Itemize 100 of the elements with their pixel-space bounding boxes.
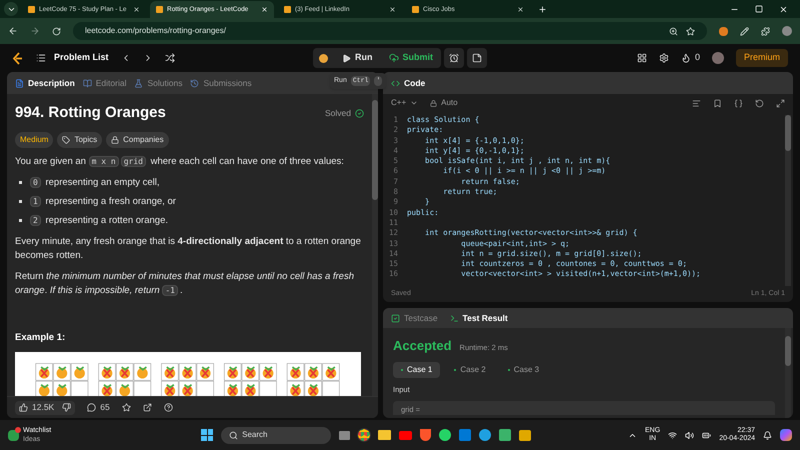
play-app-icon[interactable]: [399, 430, 412, 440]
expand-icon[interactable]: [776, 98, 785, 108]
start-icon[interactable]: [201, 429, 214, 441]
premium-button[interactable]: Premium: [736, 49, 788, 67]
description-tab[interactable]: Editorial: [82, 76, 126, 90]
star-icon[interactable]: [686, 26, 695, 36]
reset-icon[interactable]: [755, 98, 764, 108]
search-field[interactable]: Search: [221, 426, 332, 444]
solved-status: Solved: [325, 106, 364, 120]
case-tab[interactable]: Case 3: [500, 362, 548, 378]
copilot-icon[interactable]: [780, 429, 792, 441]
address-field[interactable]: leetcode.com/problems/rotting-oranges/: [73, 22, 707, 40]
bullet-icon: [19, 219, 22, 222]
grid-icon[interactable]: [636, 53, 647, 63]
problem-list-link[interactable]: Problem List: [54, 51, 109, 65]
list-icon[interactable]: [36, 53, 46, 63]
code-editor-icon[interactable]: [459, 429, 472, 441]
avatar-icon[interactable]: [712, 52, 724, 64]
timer-button[interactable]: [444, 48, 464, 68]
shield-app-icon[interactable]: [420, 429, 432, 441]
description-tab[interactable]: Submissions: [190, 76, 252, 90]
tab-list-button[interactable]: [4, 2, 18, 16]
avatar-icon[interactable]: [782, 26, 792, 36]
bullet-icon: [19, 200, 22, 203]
braces-icon[interactable]: [734, 98, 743, 108]
companies-tag[interactable]: Companies: [106, 132, 169, 148]
difficulty-tag: Medium: [15, 132, 54, 148]
tab-icon: [190, 78, 200, 88]
settings-icon[interactable]: [658, 53, 669, 63]
favicon-icon: [284, 6, 291, 13]
submit-button[interactable]: Submit: [380, 48, 441, 68]
app-icon[interactable]: [358, 429, 370, 441]
share-icon[interactable]: [142, 403, 152, 412]
back-icon[interactable]: [8, 26, 18, 36]
scrollbar[interactable]: [372, 94, 378, 396]
alarm-clock-icon: [449, 53, 459, 63]
case-tab[interactable]: Case 2: [446, 362, 494, 378]
shuffle-icon[interactable]: [164, 53, 175, 63]
chevron-down-icon: [410, 99, 418, 107]
folder-icon[interactable]: [378, 430, 392, 440]
code-icon: [391, 78, 400, 88]
bullet-text: 1 representing a fresh orange, or: [30, 194, 176, 208]
description-tab[interactable]: Solutions: [134, 76, 182, 90]
thumbs-up-icon: [19, 403, 28, 412]
topics-tag[interactable]: Topics: [57, 132, 102, 148]
new-tab-icon[interactable]: [538, 5, 547, 14]
pencil-icon[interactable]: [740, 26, 749, 36]
run-button[interactable]: Run: [334, 48, 380, 68]
zoom-icon[interactable]: [669, 26, 678, 36]
case-tab[interactable]: Case 1: [393, 362, 440, 378]
rule-text: Every minute, any fresh orange that is 4-directionally adjacent to a rotten orange becomes rotten.: [15, 234, 362, 262]
maximize-icon[interactable]: [755, 5, 763, 13]
comments-button[interactable]: 65: [87, 401, 110, 414]
wave-app-icon[interactable]: [479, 429, 492, 441]
description-tab[interactable]: Description: [15, 76, 75, 90]
bell-icon[interactable]: [763, 430, 772, 440]
tiles-app-icon[interactable]: [499, 429, 512, 441]
favicon-icon: [28, 6, 35, 13]
scrollbar[interactable]: [785, 328, 791, 418]
close-icon[interactable]: [517, 6, 524, 13]
flame-icon[interactable]: [680, 53, 691, 63]
logo-icon[interactable]: [12, 52, 24, 64]
result-tab[interactable]: Testcase: [391, 312, 438, 324]
checkbox-icon: [391, 314, 400, 322]
scrollbar[interactable]: [785, 115, 791, 286]
bookmark-icon[interactable]: [713, 98, 722, 108]
auto-mode[interactable]: Auto: [430, 97, 458, 109]
close-icon[interactable]: [389, 6, 396, 13]
star-icon[interactable]: [122, 403, 131, 412]
battery-icon[interactable]: [702, 430, 712, 440]
terminal-icon: [450, 314, 459, 322]
tab-icon: [134, 78, 144, 88]
problem-title: 994. Rotting Oranges: [15, 103, 166, 123]
extension-icon[interactable]: [719, 26, 728, 36]
lock-icon: [111, 136, 120, 144]
debug-icon[interactable]: [319, 54, 328, 62]
code-tab[interactable]: Code: [404, 76, 426, 90]
verdict-text: Accepted: [393, 337, 452, 355]
bullet-text: 0 representing an empty cell,: [30, 176, 160, 190]
result-tab[interactable]: Test Result: [450, 312, 508, 324]
chart-widget-icon[interactable]: [8, 430, 19, 440]
tab-icon: [15, 78, 24, 88]
lock-icon: [430, 100, 438, 106]
reload-icon[interactable]: [52, 26, 61, 36]
dislike-icon[interactable]: [62, 403, 72, 412]
cloud-upload-icon: [388, 53, 398, 63]
favicon-icon: [412, 6, 419, 13]
task-view-icon[interactable]: [339, 430, 350, 440]
help-icon[interactable]: [164, 403, 173, 412]
notes-button[interactable]: [467, 48, 487, 68]
format-icon[interactable]: [692, 98, 701, 108]
puzzle-icon[interactable]: [761, 26, 770, 36]
chat-app-icon[interactable]: [439, 429, 452, 441]
language-select[interactable]: C++: [391, 97, 418, 109]
wifi-icon[interactable]: [668, 430, 678, 440]
close-icon[interactable]: [133, 6, 140, 13]
bullet-icon: [19, 181, 22, 184]
message-app-icon[interactable]: [519, 430, 532, 440]
intro-text: You are given an m x n grid where each cell can have one of three values:: [15, 154, 345, 168]
volume-icon[interactable]: [685, 430, 694, 440]
